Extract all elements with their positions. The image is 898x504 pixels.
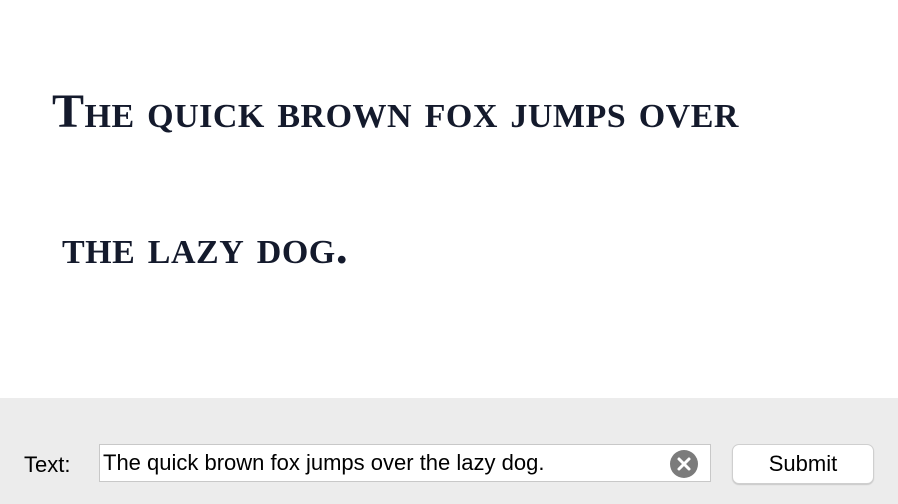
clear-text-button[interactable] (670, 450, 698, 478)
text-field[interactable] (99, 444, 711, 482)
submit-button[interactable]: Submit (732, 444, 874, 484)
clear-circle-x-icon (677, 457, 691, 471)
text-field-label: Text: (24, 452, 71, 477)
preview-line-2: the lazy dog. (62, 221, 349, 274)
app-window: The quick brown fox jumps over the lazy … (0, 0, 898, 504)
text-preview-area: The quick brown fox jumps over the lazy … (0, 0, 898, 398)
preview-line-1: The quick brown fox jumps over (52, 85, 739, 138)
text-input[interactable] (103, 445, 665, 481)
